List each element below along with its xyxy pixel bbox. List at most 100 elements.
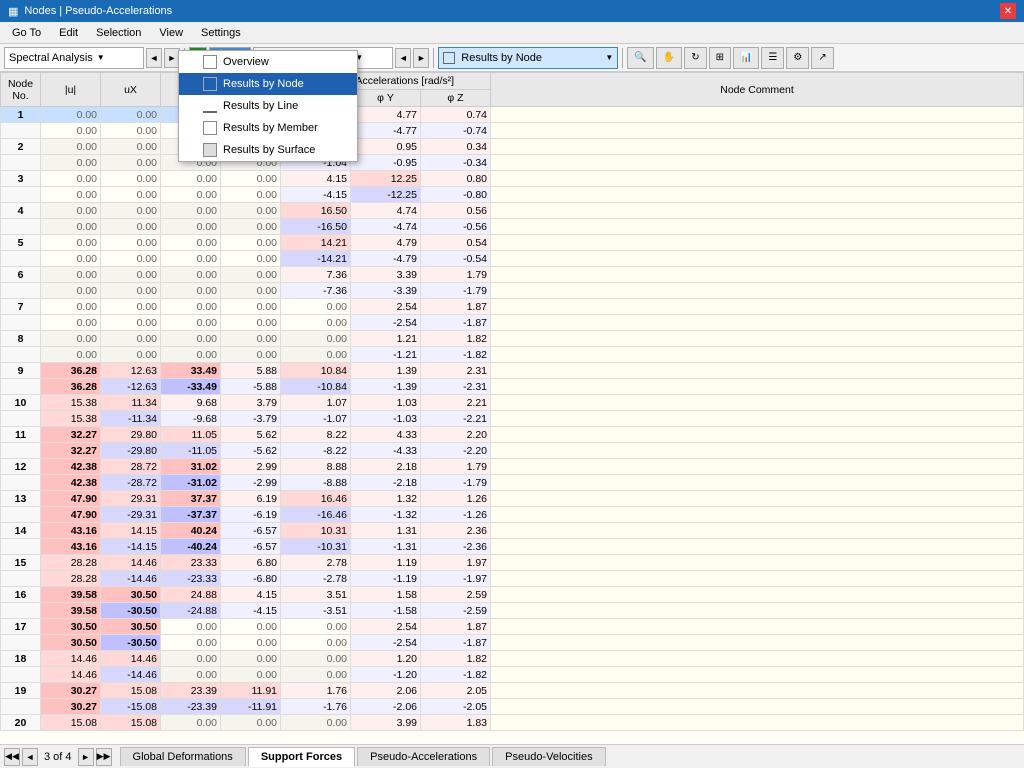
node-icon bbox=[203, 77, 217, 91]
table-cell: 0.00 bbox=[41, 139, 101, 155]
table-cell: 11.91 bbox=[221, 683, 281, 699]
table-cell bbox=[1, 667, 41, 683]
table-cell: 1 bbox=[1, 107, 41, 123]
table-cell bbox=[1, 443, 41, 459]
table-cell: 0.00 bbox=[221, 315, 281, 331]
dropdown-item-results-by-surface[interactable]: Results by Surface bbox=[179, 139, 357, 161]
table-cell: -30.50 bbox=[101, 635, 161, 651]
table-cell: 8.22 bbox=[281, 427, 351, 443]
table-cell: 18 bbox=[1, 651, 41, 667]
table-cell: 0.00 bbox=[221, 251, 281, 267]
zoom-btn[interactable]: 🔍 bbox=[627, 47, 653, 69]
node-comment-cell bbox=[491, 667, 1024, 683]
close-button[interactable]: ✕ bbox=[1000, 3, 1016, 19]
table-cell: 0.00 bbox=[221, 667, 281, 683]
table-cell: -2.54 bbox=[351, 635, 421, 651]
menu-goto[interactable]: Go To bbox=[4, 25, 49, 41]
spectral-analysis-dropdown[interactable]: Spectral Analysis ▼ bbox=[4, 47, 144, 69]
table-cell: 3.99 bbox=[351, 715, 421, 731]
next-response-btn[interactable]: ► bbox=[413, 48, 429, 68]
table-cell: 2 bbox=[1, 139, 41, 155]
table-cell: 32.27 bbox=[41, 443, 101, 459]
table-cell: 0.00 bbox=[161, 635, 221, 651]
main-content: NodeNo. |u| uX uY uZ Angular Acceleratio… bbox=[0, 72, 1024, 744]
table-cell: 14.46 bbox=[41, 667, 101, 683]
scroll-container[interactable]: NodeNo. |u| uX uY uZ Angular Acceleratio… bbox=[0, 72, 1024, 744]
table-cell: -33.49 bbox=[161, 379, 221, 395]
table-cell: 0.00 bbox=[221, 635, 281, 651]
table-cell: 23.39 bbox=[161, 683, 221, 699]
table-row: 30.27-15.08-23.39-11.91-1.76-2.06-2.05 bbox=[1, 699, 1024, 715]
table-cell: 1.83 bbox=[421, 715, 491, 731]
table-btn[interactable]: ☰ bbox=[761, 47, 784, 69]
menu-edit[interactable]: Edit bbox=[51, 25, 86, 41]
table-cell: 9 bbox=[1, 363, 41, 379]
next-page-btn[interactable]: ► bbox=[78, 748, 94, 766]
table-cell: 1.87 bbox=[421, 299, 491, 315]
node-comment-cell bbox=[491, 395, 1024, 411]
table-cell: -1.79 bbox=[421, 283, 491, 299]
table-cell: 0.00 bbox=[101, 187, 161, 203]
node-comment-cell bbox=[491, 107, 1024, 123]
prev-page-btn[interactable]: ◄ bbox=[22, 748, 38, 766]
results-dropdown[interactable]: Results by Node ▼ bbox=[438, 47, 618, 69]
pan-btn[interactable]: ✋ bbox=[656, 47, 682, 69]
dropdown-item-results-by-member[interactable]: Results by Member bbox=[179, 117, 357, 139]
export-btn[interactable]: 📊 bbox=[733, 47, 759, 69]
table-cell: 11.05 bbox=[161, 427, 221, 443]
table-cell: 0.00 bbox=[281, 347, 351, 363]
tab-pseudo-accelerations[interactable]: Pseudo-Accelerations bbox=[357, 747, 490, 766]
table-cell: 37.37 bbox=[161, 491, 221, 507]
settings-btn[interactable]: ⚙ bbox=[786, 47, 809, 69]
table-cell: 11 bbox=[1, 427, 41, 443]
table-cell: -1.82 bbox=[421, 667, 491, 683]
table-row: 1730.5030.500.000.000.002.541.87 bbox=[1, 619, 1024, 635]
table-cell: -0.80 bbox=[421, 187, 491, 203]
first-page-btn[interactable]: ◀◀ bbox=[4, 748, 20, 766]
table-cell: 0.00 bbox=[161, 331, 221, 347]
table-cell bbox=[1, 603, 41, 619]
dropdown-item-results-by-node[interactable]: Results by Node bbox=[179, 73, 357, 95]
arrow-btn[interactable]: ↗ bbox=[811, 47, 833, 69]
last-page-btn[interactable]: ▶▶ bbox=[96, 748, 112, 766]
node-comment-cell bbox=[491, 203, 1024, 219]
table-cell: 2.36 bbox=[421, 523, 491, 539]
menu-bar: Go To Edit Selection View Settings bbox=[0, 22, 1024, 44]
node-comment-cell bbox=[491, 427, 1024, 443]
table-cell: 0.00 bbox=[101, 235, 161, 251]
table-cell: 0.00 bbox=[161, 299, 221, 315]
table-cell: -2.18 bbox=[351, 475, 421, 491]
menu-view[interactable]: View bbox=[151, 25, 191, 41]
table-row: 1015.3811.349.683.791.071.032.21 bbox=[1, 395, 1024, 411]
dropdown-item-overview[interactable]: Overview bbox=[179, 51, 357, 73]
table-cell: 0.00 bbox=[101, 139, 161, 155]
prev-spectral-btn[interactable]: ◄ bbox=[146, 48, 162, 68]
table-cell: 40.24 bbox=[161, 523, 221, 539]
tab-support-forces[interactable]: Support Forces bbox=[248, 747, 355, 767]
table-cell: 0.00 bbox=[161, 667, 221, 683]
rotate-btn[interactable]: ↻ bbox=[684, 47, 706, 69]
overview-icon bbox=[203, 55, 217, 69]
table-cell: 10 bbox=[1, 395, 41, 411]
dropdown-item-results-by-line[interactable]: Results by Line bbox=[179, 95, 357, 117]
table-cell: 0.00 bbox=[161, 347, 221, 363]
menu-settings[interactable]: Settings bbox=[193, 25, 249, 41]
table-cell: 8.88 bbox=[281, 459, 351, 475]
table-cell: -4.74 bbox=[351, 219, 421, 235]
table-cell: -1.20 bbox=[351, 667, 421, 683]
fit-btn[interactable]: ⊞ bbox=[709, 47, 731, 69]
table-cell: -37.37 bbox=[161, 507, 221, 523]
table-cell bbox=[1, 379, 41, 395]
page-navigation: ◀◀ ◄ 3 of 4 ► ▶▶ bbox=[4, 748, 112, 766]
table-cell: -8.88 bbox=[281, 475, 351, 491]
tab-global-deformations[interactable]: Global Deformations bbox=[120, 747, 246, 766]
table-cell: 0.00 bbox=[161, 235, 221, 251]
table-cell: 0.00 bbox=[281, 619, 351, 635]
menu-selection[interactable]: Selection bbox=[88, 25, 149, 41]
table-cell: 5 bbox=[1, 235, 41, 251]
table-cell: -23.39 bbox=[161, 699, 221, 715]
tab-pseudo-velocities[interactable]: Pseudo-Velocities bbox=[492, 747, 605, 766]
table-cell: 3.79 bbox=[221, 395, 281, 411]
table-cell: 0.00 bbox=[41, 187, 101, 203]
prev-response-btn[interactable]: ◄ bbox=[395, 48, 411, 68]
